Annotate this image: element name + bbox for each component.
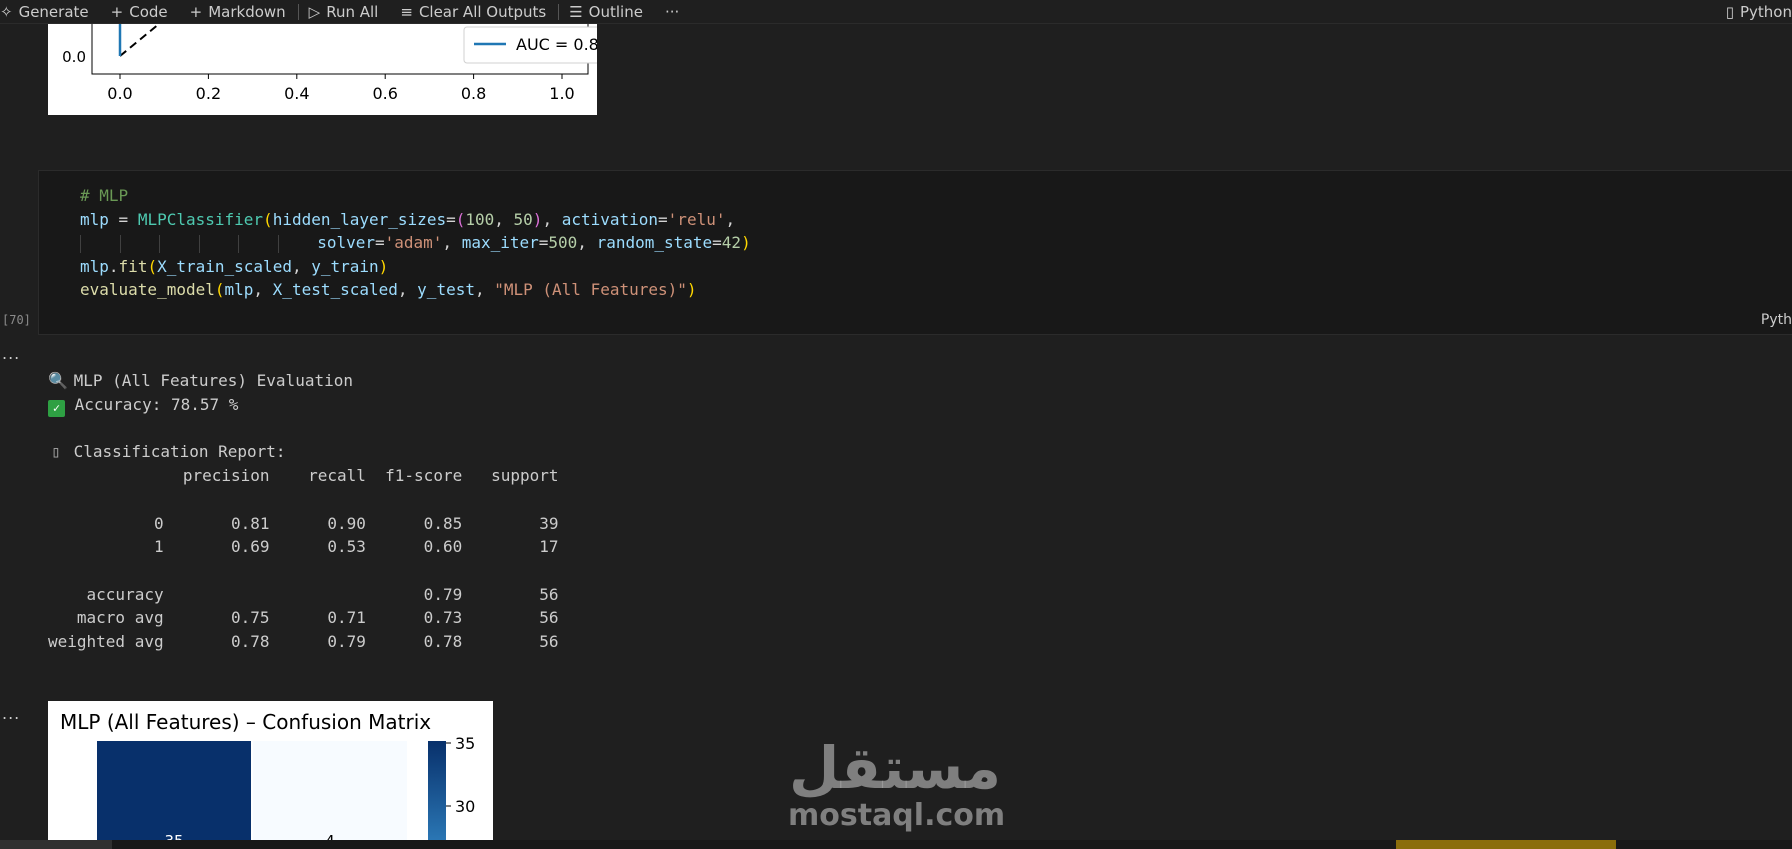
- output-actions-button[interactable]: ...: [2, 344, 20, 363]
- code-token: "MLP (All Features)": [494, 280, 687, 299]
- code-token: activation: [561, 209, 659, 229]
- more-actions-button[interactable]: ···: [655, 0, 691, 24]
- code-token: 50: [513, 209, 533, 229]
- sparkle-icon: ✧: [0, 2, 13, 21]
- magnifier-icon: 🔍: [48, 371, 68, 390]
- x-tick-label: 0.0: [107, 84, 132, 103]
- code-token: fit: [118, 256, 148, 276]
- execution-count: [70]: [2, 313, 31, 327]
- code-token: max_iter: [461, 233, 539, 252]
- watermark-latin: mostaql.com: [788, 798, 1006, 833]
- add-markdown-button[interactable]: + Markdown: [180, 0, 298, 24]
- eval-title: MLP (All Features) Evaluation: [64, 371, 353, 390]
- accuracy-line: Accuracy: 78.57 %: [65, 394, 239, 414]
- roc-curve-image: 0.0 0.0 0.2 0.4 0.6 0.8 1.0 AUC = 0.89: [48, 24, 597, 115]
- confusion-matrix-title: MLP (All Features) – Confusion Matrix: [60, 710, 431, 734]
- code-token: mlp: [80, 256, 109, 276]
- kernel-picker[interactable]: ▯ Python: [1716, 0, 1792, 24]
- status-warning-item[interactable]: [1396, 840, 1616, 849]
- code-token: random_state: [596, 233, 713, 252]
- check-icon: ✓: [48, 399, 65, 417]
- colorbar: [428, 741, 446, 849]
- plus-icon: +: [189, 2, 203, 21]
- code-token: 42: [721, 233, 742, 252]
- list-icon: ☰: [569, 2, 583, 21]
- code-token: X_test_scaled: [272, 280, 398, 299]
- kernel-icon: ▯: [1725, 3, 1734, 21]
- play-icon: ▷: [308, 2, 321, 21]
- code-token: mlp: [80, 209, 109, 229]
- outline-button[interactable]: ☰ Outline: [559, 0, 655, 24]
- code-token: MLPClassifier: [137, 209, 264, 229]
- x-tick-label: 0.6: [372, 84, 397, 103]
- kernel-label: Python: [1740, 3, 1792, 21]
- add-code-label: Code: [129, 2, 168, 21]
- run-all-button[interactable]: ▷ Run All: [299, 0, 391, 24]
- code-token: 'relu': [667, 209, 726, 229]
- x-tick-label: 1.0: [549, 84, 574, 103]
- notebook-toolbar: ✧ Generate + Code + Markdown ▷ Run All ≡…: [0, 0, 1792, 24]
- generate-label: Generate: [18, 2, 89, 21]
- code-token: X_train_scaled: [157, 256, 292, 276]
- code-token: y_train: [311, 256, 379, 276]
- x-axis-ticks: 0.0 0.2 0.4 0.6 0.8 1.0: [107, 74, 575, 103]
- cell-text-output: 🔍 MLP (All Features) Evaluation ✓ Accura…: [48, 369, 559, 654]
- run-all-label: Run All: [326, 2, 379, 21]
- watermark-arabic: مستقل: [788, 734, 1002, 802]
- x-tick-label: 0.2: [196, 84, 221, 103]
- clear-outputs-button[interactable]: ≡ Clear All Outputs: [390, 0, 558, 24]
- legend-label: AUC = 0.89: [516, 35, 597, 54]
- clear-all-icon: ≡: [400, 2, 413, 21]
- report-icon: ▯: [51, 442, 61, 462]
- generate-button[interactable]: ✧ Generate: [0, 0, 101, 24]
- code-token: mlp: [224, 280, 254, 299]
- chance-diagonal-line: [119, 24, 161, 57]
- status-remote-indicator[interactable]: [0, 840, 112, 849]
- x-tick-label: 0.8: [461, 84, 486, 103]
- code-editor[interactable]: # MLP mlp = MLPClassifier(hidden_layer_s…: [80, 184, 751, 302]
- add-code-button[interactable]: + Code: [101, 0, 180, 24]
- cell-language-label[interactable]: Pyth: [1761, 312, 1792, 328]
- colorbar-tick-label: 35: [455, 734, 475, 753]
- code-token: =: [108, 209, 138, 229]
- confusion-matrix-image: MLP (All Features) – Confusion Matrix 35…: [48, 701, 493, 849]
- code-token: 500: [548, 233, 578, 252]
- code-token: 100: [465, 209, 495, 229]
- code-token: y_test: [417, 280, 475, 299]
- classification-report: precision recall f1-score support 0 0.81…: [48, 466, 559, 652]
- y-tick-label: 0.0: [62, 48, 86, 66]
- code-token: 'adam': [384, 233, 443, 252]
- status-bar: [0, 840, 1792, 849]
- clear-outputs-label: Clear All Outputs: [418, 2, 547, 21]
- mostaql-watermark: مستقل mostaql.com: [788, 734, 1006, 833]
- plus-icon: +: [110, 2, 124, 21]
- outline-label: Outline: [588, 2, 643, 21]
- code-token: solver: [317, 233, 375, 252]
- colorbar-tick-label: 30: [455, 797, 475, 816]
- roc-curve-plot: 0.0 0.0 0.2 0.4 0.6 0.8 1.0 AUC = 0.89: [62, 24, 597, 103]
- more-icon: ···: [664, 2, 680, 21]
- x-tick-label: 0.4: [284, 84, 309, 103]
- confusion-matrix-plot: MLP (All Features) – Confusion Matrix 35…: [60, 710, 475, 849]
- code-comment: # MLP: [80, 186, 129, 205]
- add-markdown-label: Markdown: [208, 2, 286, 21]
- code-token: hidden_layer_sizes: [272, 209, 447, 229]
- code-token: evaluate_model: [80, 280, 215, 299]
- report-title: Classification Report:: [64, 442, 286, 462]
- output-actions-button[interactable]: ...: [2, 704, 20, 723]
